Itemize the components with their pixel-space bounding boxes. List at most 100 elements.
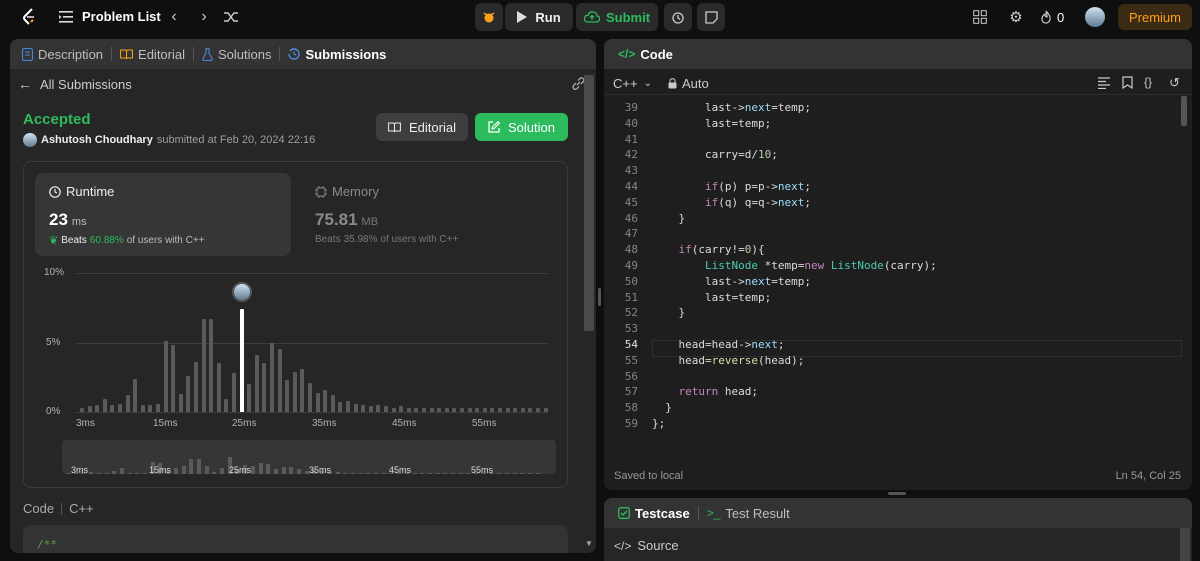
memory-card[interactable]: Memory 75.81 MB Beats 35.98% of users wi… [303,173,559,256]
streak-counter[interactable]: 0 [1040,8,1064,26]
distribution-bar[interactable] [490,407,495,412]
distribution-bar[interactable] [353,403,358,412]
distribution-bar[interactable] [346,400,350,412]
tab-testcase[interactable]: Testcase [614,498,694,528]
distribution-bar[interactable] [125,395,130,412]
settings-gear-icon[interactable]: ⚙ [1007,8,1025,26]
timer-button[interactable] [664,3,692,31]
solution-button[interactable]: Solution [475,113,568,141]
distribution-bar[interactable] [338,402,343,412]
distribution-bar[interactable] [292,371,297,412]
mode-indicator[interactable]: Auto [668,76,709,91]
distribution-bar[interactable] [437,407,442,412]
distribution-bar[interactable] [520,407,525,412]
vertical-resize-handle[interactable] [598,288,601,306]
distribution-bar[interactable] [285,380,290,412]
distribution-bar[interactable] [209,318,214,412]
distribution-bar[interactable] [95,405,100,412]
distribution-bar[interactable] [376,405,381,412]
chart-range-navigator[interactable]: 3ms 15ms 25ms 35ms 45ms 55ms [62,440,556,475]
distribution-bar[interactable] [118,403,122,412]
format-icon[interactable] [1098,77,1110,90]
tab-code[interactable]: </> Code [614,39,677,69]
debug-button[interactable] [475,3,503,31]
distribution-bar[interactable] [277,349,282,412]
distribution-bar[interactable] [201,318,206,412]
submitter-name[interactable]: Ashutosh Choudhary [41,134,153,146]
distribution-bar[interactable] [330,395,335,412]
notes-button[interactable] [697,3,725,31]
distribution-bar[interactable] [102,399,107,412]
distribution-bar[interactable] [133,378,138,412]
distribution-bar[interactable] [482,407,487,412]
distribution-bar[interactable] [148,405,153,412]
distribution-bar[interactable] [391,407,396,412]
distribution-bar[interactable] [156,403,160,412]
my-runtime-bar[interactable] [239,309,244,412]
distribution-bar[interactable] [186,375,191,412]
distribution-bar[interactable] [254,355,259,412]
distribution-bar[interactable] [308,382,312,412]
submitted-code-block[interactable]: /** [23,525,568,553]
distribution-bar[interactable] [543,407,548,412]
distribution-bar[interactable] [300,368,305,412]
leetcode-logo[interactable] [18,6,40,28]
layout-grid-icon[interactable] [972,9,988,25]
distribution-bar[interactable] [444,407,449,412]
code-area[interactable]: 38 39 last->next=temp;40 last=temp;4142 … [604,96,1192,458]
distribution-bar[interactable] [194,361,198,412]
distribution-bar[interactable] [513,407,518,412]
distribution-bar[interactable] [224,399,229,412]
left-scrollbar[interactable] [584,75,594,331]
distribution-bar[interactable] [505,407,510,412]
distribution-bar[interactable] [323,389,328,412]
distribution-bar[interactable] [110,405,115,412]
distribution-bar[interactable] [475,407,480,412]
submitter-avatar[interactable] [23,133,37,147]
submit-button[interactable]: Submit [576,3,658,31]
distribution-bar[interactable] [178,393,183,412]
distribution-bar[interactable] [406,407,411,412]
tab-description[interactable]: Description [18,39,107,69]
bookmark-icon[interactable] [1122,76,1134,90]
distribution-bar[interactable] [467,407,472,412]
runtime-distribution-chart[interactable]: 10% 5% 0% 3ms 15ms 25ms 35ms 45ms 55ms 3… [24,262,569,487]
distribution-bar[interactable] [399,406,404,412]
distribution-bar[interactable] [498,407,502,412]
back-to-all-submissions[interactable]: ← All Submissions [18,76,132,92]
shuffle-icon[interactable] [223,9,239,25]
distribution-bar[interactable] [80,407,84,412]
premium-button[interactable]: Premium [1118,4,1192,30]
tab-editorial[interactable]: Editorial [116,39,189,69]
distribution-bar[interactable] [315,392,320,412]
distribution-bar[interactable] [452,407,457,412]
distribution-bar[interactable] [528,407,533,412]
source-section[interactable]: </> Source [614,538,679,553]
prev-problem-icon[interactable]: ‹ [166,8,182,26]
distribution-bar[interactable] [140,405,145,412]
distribution-bar[interactable] [270,342,274,412]
distribution-bar[interactable] [87,406,92,412]
distribution-bar[interactable] [414,407,419,412]
scroll-down-arrow[interactable]: ▼ [585,539,593,548]
tab-solutions[interactable]: Solutions [198,39,275,69]
editor-scrollbar[interactable] [1181,96,1187,126]
my-submission-avatar[interactable] [231,282,252,302]
horizontal-resize-handle[interactable] [888,492,906,495]
language-selector[interactable]: C++ ⌄ [613,76,652,91]
problem-list-icon[interactable] [58,9,74,25]
runtime-card[interactable]: Runtime 23 ms ❦ Beats 60.88% of users wi… [35,173,291,256]
distribution-bar[interactable] [163,341,168,412]
distribution-bar[interactable] [216,363,221,412]
distribution-bar[interactable] [361,405,366,412]
distribution-bar[interactable] [247,384,252,412]
distribution-bar[interactable] [232,373,236,412]
run-button[interactable]: Run [505,3,573,31]
reset-icon[interactable]: ↺ [1169,75,1180,91]
distribution-bar[interactable] [171,345,176,412]
distribution-bar[interactable] [429,407,434,412]
problem-list-link[interactable]: Problem List [82,9,161,24]
braces-icon[interactable]: {} [1144,75,1152,89]
editorial-button[interactable]: Editorial [376,113,468,141]
distribution-bar[interactable] [384,406,388,412]
